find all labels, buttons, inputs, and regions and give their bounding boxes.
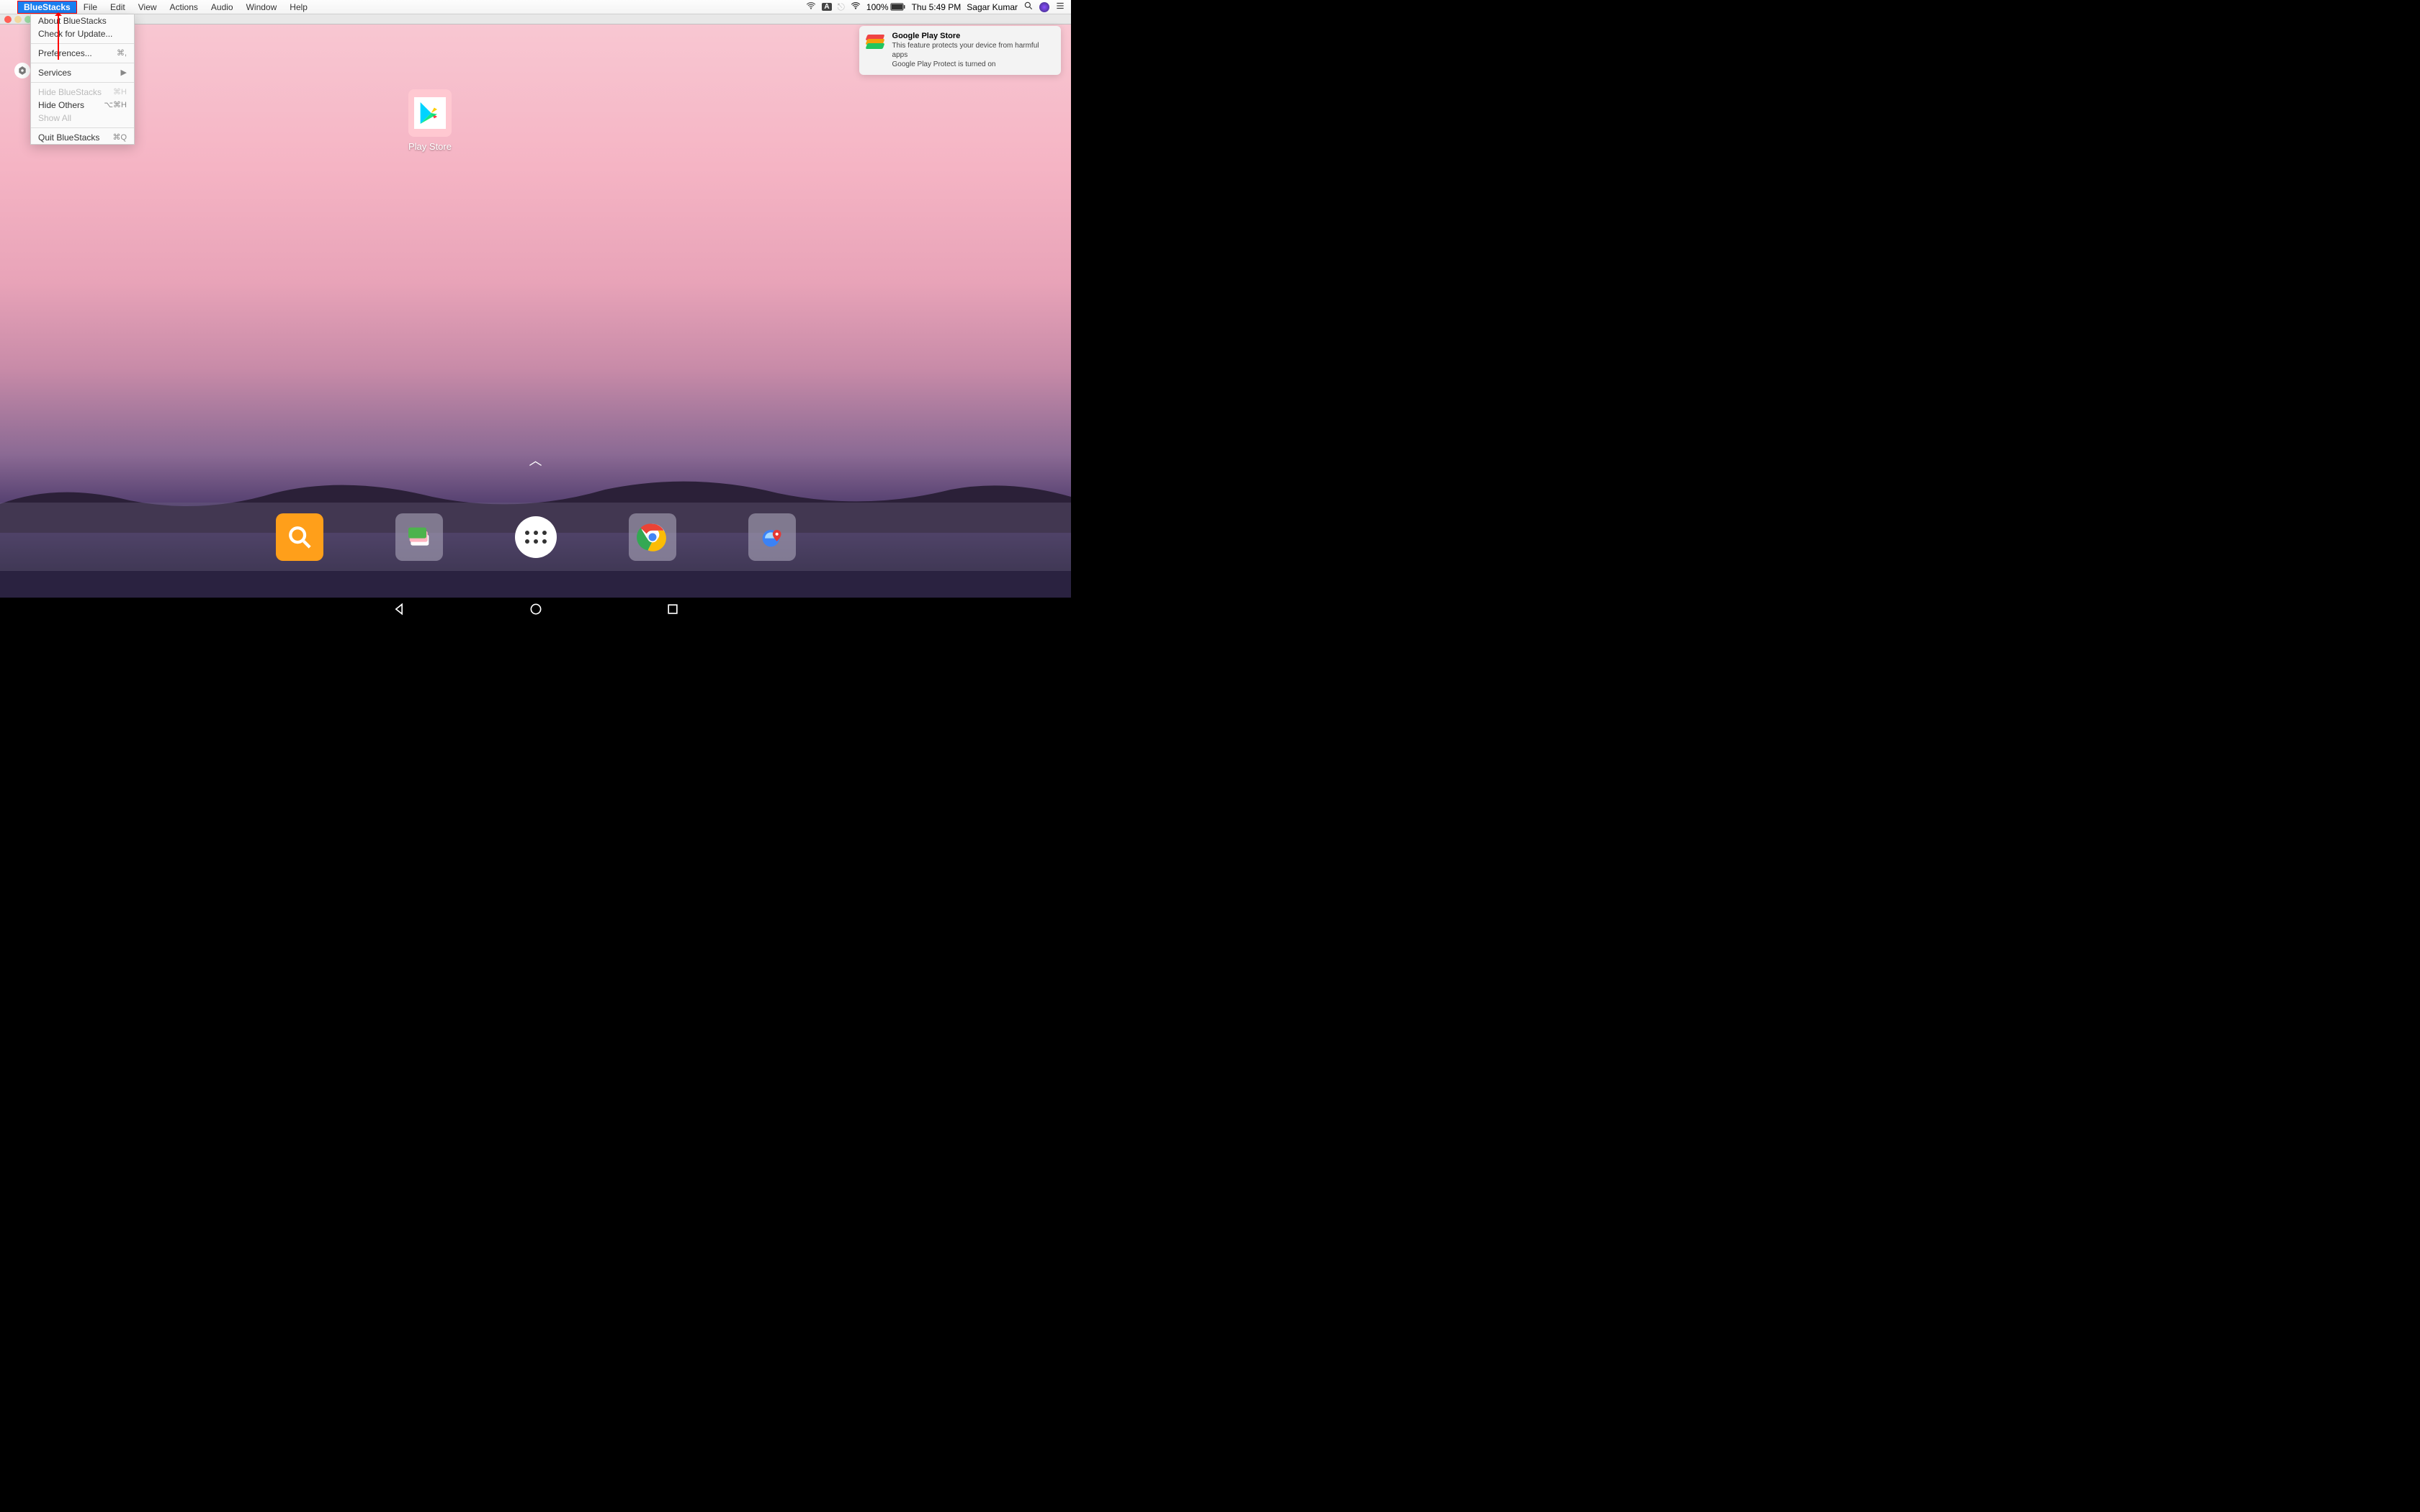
wifi-icon[interactable] [851, 1, 861, 13]
notification-title: Google Play Store [892, 32, 1054, 40]
spotlight-icon[interactable] [1023, 1, 1034, 13]
menubar-datetime[interactable]: Thu 5:49 PM [912, 2, 962, 12]
notification-line: This feature protects your device from h… [892, 41, 1054, 60]
menu-check-update[interactable]: Check for Update... [31, 27, 134, 40]
dock-search[interactable] [276, 513, 323, 561]
bluestacks-menu-dropdown: About BlueStacks Check for Update... Pre… [30, 14, 135, 145]
nav-home-icon[interactable] [529, 602, 543, 620]
menu-services[interactable]: Services▶ [31, 66, 134, 79]
menu-bluestacks[interactable]: BlueStacks [17, 1, 77, 14]
notification-play-protect[interactable]: Google Play Store This feature protects … [859, 26, 1061, 75]
dock-maps[interactable] [748, 513, 796, 561]
dock-chrome[interactable] [629, 513, 676, 561]
notification-line: Google Play Protect is turned on [892, 60, 1054, 69]
notification-center-icon[interactable] [1055, 1, 1065, 13]
dock-app-drawer[interactable] [515, 516, 557, 558]
menu-window[interactable]: Window [240, 1, 284, 14]
android-home-screen[interactable]: Play Store ︿ [0, 24, 1071, 598]
window-titlebar [0, 14, 1071, 24]
dock-wallet[interactable] [395, 513, 443, 561]
play-store-icon [866, 32, 887, 52]
android-nav-bar [0, 598, 1071, 624]
macos-menubar: BlueStacks File Edit View Actions Audio … [0, 0, 1071, 14]
android-dock [0, 503, 1071, 571]
traffic-light-close[interactable] [4, 16, 12, 23]
battery-status[interactable]: 100% [866, 2, 906, 12]
home-app-play-store[interactable]: Play Store [408, 89, 452, 152]
menu-hide-others[interactable]: Hide Others⌥⌘H [31, 99, 134, 112]
menu-file[interactable]: File [77, 1, 104, 14]
input-source-icon[interactable]: A [822, 3, 831, 11]
siri-icon[interactable] [1039, 2, 1049, 12]
menu-show-all: Show All [31, 112, 134, 125]
android-drawer-caret-icon[interactable]: ︿ [529, 451, 542, 469]
nav-back-icon[interactable] [392, 602, 406, 620]
wifi-secondary-icon[interactable] [806, 1, 816, 13]
menu-separator [31, 127, 134, 128]
menu-separator [31, 43, 134, 44]
menu-audio[interactable]: Audio [205, 1, 240, 14]
nav-recents-icon[interactable] [666, 602, 680, 620]
menu-help[interactable]: Help [283, 1, 314, 14]
menu-view[interactable]: View [132, 1, 163, 14]
bluetooth-icon[interactable]: ⎋ [838, 1, 845, 13]
menu-preferences[interactable]: Preferences...⌘, [31, 47, 134, 60]
menu-about-bluestacks[interactable]: About BlueStacks [31, 14, 134, 27]
menu-edit[interactable]: Edit [104, 1, 132, 14]
home-app-label: Play Store [408, 141, 452, 152]
annotation-arrow [58, 13, 59, 60]
traffic-light-minimize[interactable] [14, 16, 22, 23]
menu-quit-bluestacks[interactable]: Quit BlueStacks⌘Q [31, 131, 134, 144]
menu-separator [31, 82, 134, 83]
menu-actions[interactable]: Actions [163, 1, 205, 14]
bluestacks-side-icon[interactable] [14, 63, 30, 78]
menu-hide-bluestacks: Hide BlueStacks⌘H [31, 86, 134, 99]
menubar-user[interactable]: Sagar Kumar [967, 2, 1018, 12]
